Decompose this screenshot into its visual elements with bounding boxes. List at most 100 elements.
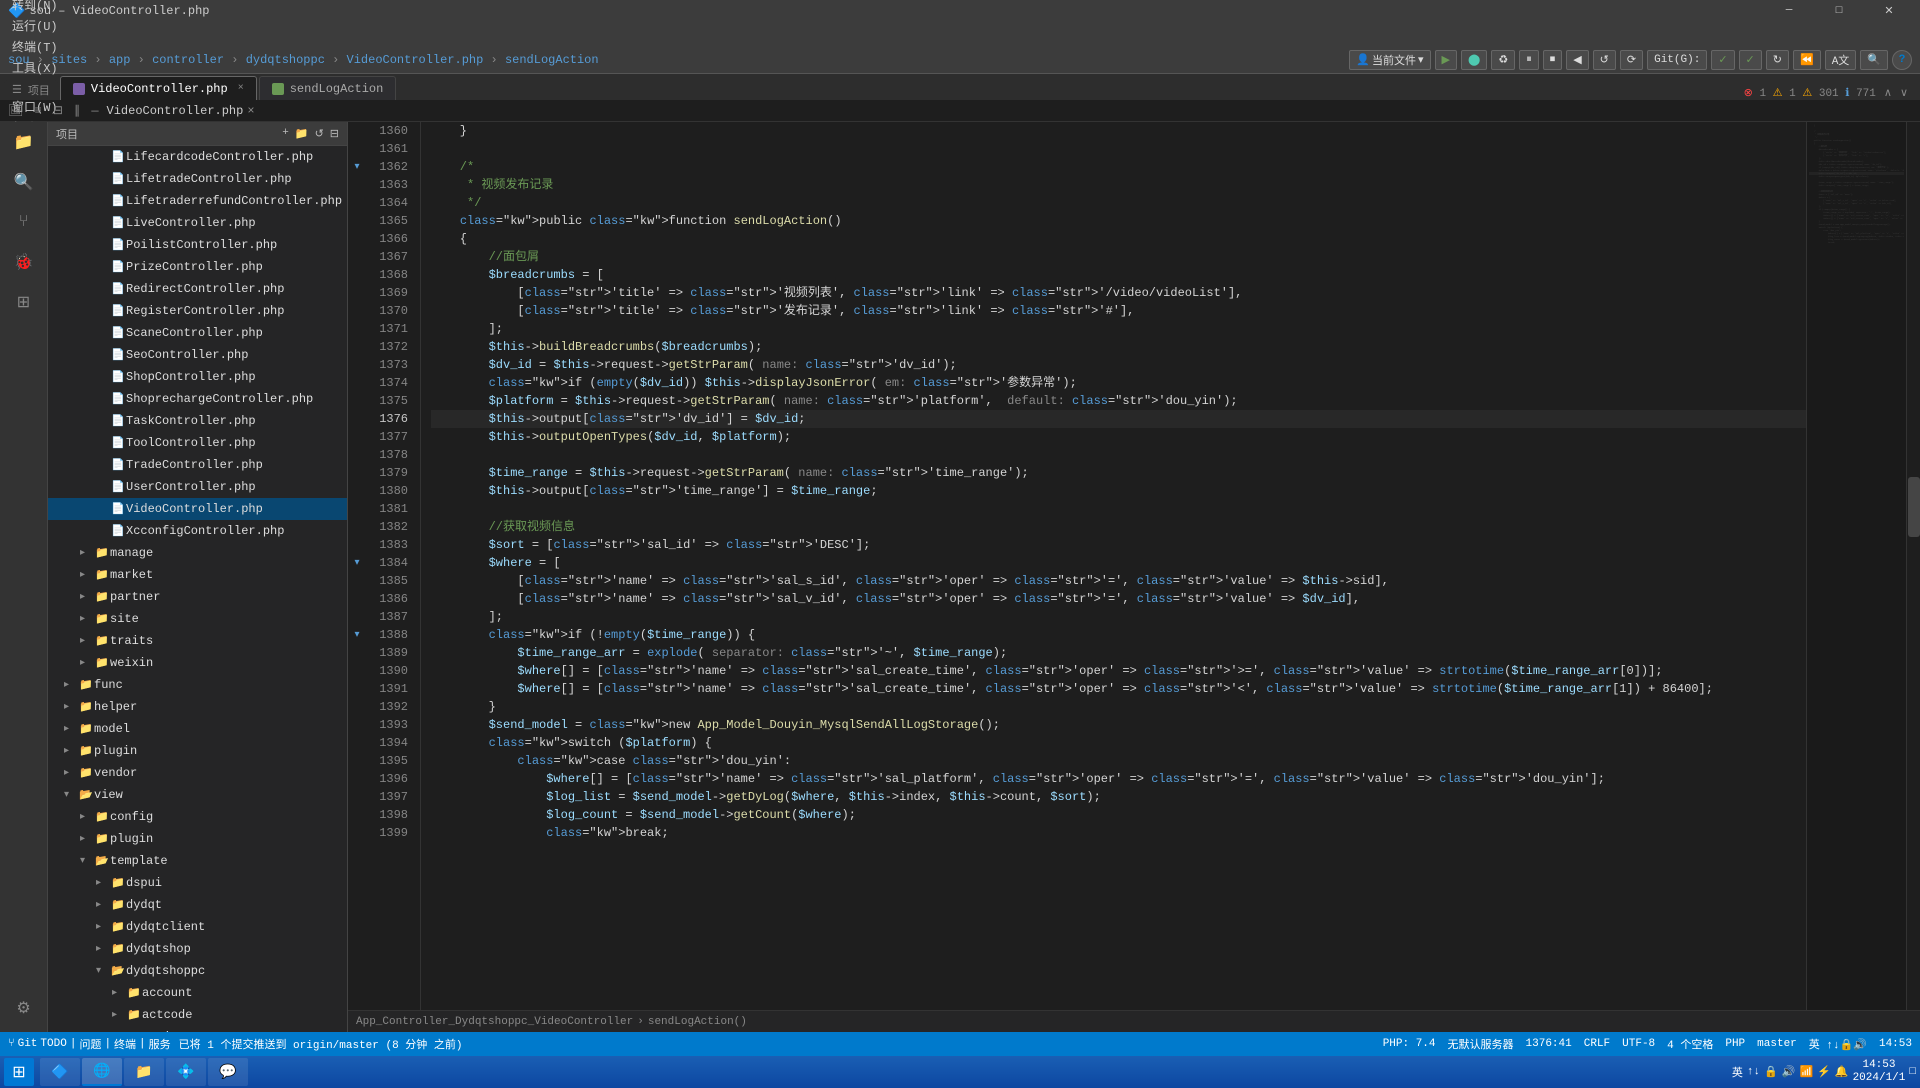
tab-sendlogaction[interactable]: sendLogAction [259,76,397,100]
tree-item-8[interactable]: 📄ScaneController.php [48,322,347,344]
scroll-down[interactable]: ∨ [1900,86,1908,100]
tree-item-22[interactable]: ▸📁traits [48,630,347,652]
breadcrumb-1[interactable]: sites [51,53,87,67]
git-status[interactable]: ⑂ Git TODO | 问题 | 终端 | 服务 [8,1036,171,1052]
tree-item-11[interactable]: 📄ShoprechargeController.php [48,388,347,410]
tree-item-20[interactable]: ▸📁partner [48,586,347,608]
tree-item-1[interactable]: 📄LifetradeController.php [48,168,347,190]
search-btn[interactable]: 🔍 [1860,50,1888,70]
tree-item-7[interactable]: 📄RegisterController.php [48,300,347,322]
toolbar-btn-10[interactable]: ⏪ [1793,50,1821,70]
taskbar-phpstorm[interactable]: 🔷 [40,1058,80,1086]
cursor-position[interactable]: 1376:41 [1526,1038,1572,1050]
indent[interactable]: 4 个空格 [1667,1036,1713,1052]
tree-item-2[interactable]: 📄LifetraderrefundController.php [48,190,347,212]
tree-item-6[interactable]: 📄RedirectController.php [48,278,347,300]
server-status[interactable]: 无默认服务器 [1448,1036,1514,1052]
debug-button[interactable]: ⬤ [1461,50,1487,70]
tree-item-5[interactable]: 📄PrizeController.php [48,256,347,278]
tree-item-40[interactable]: ▸📁active [48,1026,347,1032]
breadcrumb-5[interactable]: VideoController.php [347,53,484,67]
tree-item-14[interactable]: 📄TradeController.php [48,454,347,476]
git-btn[interactable]: Git(G): [1647,50,1707,70]
tab-close-0[interactable]: × [238,83,244,94]
breadcrumb-3[interactable]: controller [152,53,224,67]
menu-item-转到[interactable]: 转到(N) [4,0,66,15]
refresh-icon[interactable]: ↺ [315,127,324,141]
tree-item-18[interactable]: ▸📁manage [48,542,347,564]
tree-item-3[interactable]: 📄LiveController.php [48,212,347,234]
tree-item-9[interactable]: 📄SeoController.php [48,344,347,366]
scroll-up[interactable]: ∧ [1884,86,1892,100]
tree-item-27[interactable]: ▸📁plugin [48,740,347,762]
tree-item-23[interactable]: ▸📁weixin [48,652,347,674]
taskbar-chrome[interactable]: 🌐 [82,1058,122,1086]
code-content[interactable]: } /* * 视频发布记录 */ class="kw">public class… [421,122,1806,1010]
language[interactable]: PHP [1725,1038,1745,1050]
taskbar-wechat[interactable]: 💬 [208,1058,248,1086]
taskbar-folder[interactable]: 📁 [124,1058,164,1086]
php-version[interactable]: PHP: 7.4 [1383,1038,1436,1050]
tree-item-24[interactable]: ▸📁func [48,674,347,696]
toolbar-btn-8[interactable]: ⟳ [1620,50,1643,70]
tree-item-33[interactable]: ▸📁dspui [48,872,347,894]
tree-item-37[interactable]: ▾📂dydqtshoppc [48,960,347,982]
activity-git[interactable]: ⑂ [8,206,40,238]
tree-item-19[interactable]: ▸📁market [48,564,347,586]
breadcrumb-6[interactable]: sendLogAction [505,53,599,67]
tree-item-38[interactable]: ▸📁account [48,982,347,1004]
minimize-button[interactable]: ─ [1766,0,1812,22]
collapse-icon[interactable]: ⊟ [330,127,339,141]
tree-item-36[interactable]: ▸📁dydqtshop [48,938,347,960]
tree-item-26[interactable]: ▸📁model [48,718,347,740]
check-btn-2[interactable]: ✓ [1739,50,1762,70]
tree-item-15[interactable]: 📄UserController.php [48,476,347,498]
activity-bottom[interactable]: ⚙ [8,992,40,1024]
tree-item-31[interactable]: ▸📁plugin [48,828,347,850]
toolbar-btn-6[interactable]: ◀ [1566,50,1588,70]
new-folder-icon[interactable]: 📁 [295,127,309,141]
scroll-thumb[interactable] [1908,477,1920,537]
tree-item-34[interactable]: ▸📁dydqt [48,894,347,916]
tree-item-0[interactable]: 📄LifecardcodeController.php [48,146,347,168]
new-file-icon[interactable]: + [282,127,289,141]
run-button[interactable]: ▶ [1435,50,1457,70]
translate-btn[interactable]: A文 [1825,50,1857,70]
window-controls[interactable]: ─ □ ✕ [1766,0,1912,22]
tree-item-10[interactable]: 📄ShopController.php [48,366,347,388]
close-button[interactable]: ✕ [1866,0,1912,22]
toolbar-dropdown[interactable]: 👤 当前文件 ▾ [1349,50,1430,70]
toolbar-btn-5[interactable]: ⏹ [1543,50,1563,70]
tree-item-4[interactable]: 📄PoilistController.php [48,234,347,256]
tree-item-32[interactable]: ▾📂template [48,850,347,872]
breadcrumb-0[interactable]: sou [8,53,30,67]
activity-explorer[interactable]: 📁 [8,126,40,158]
tree-item-25[interactable]: ▸📁helper [48,696,347,718]
tree-item-16[interactable]: 📄VideoController.php [48,498,347,520]
activity-extensions[interactable]: ⊞ [8,286,40,318]
tree-item-13[interactable]: 📄ToolController.php [48,432,347,454]
tree-item-29[interactable]: ▾📂view [48,784,347,806]
tree-item-39[interactable]: ▸📁actcode [48,1004,347,1026]
menu-item-运行[interactable]: 运行(U) [4,15,66,36]
tree-item-28[interactable]: ▸📁vendor [48,762,347,784]
breadcrumb-4[interactable]: dydqtshoppc [246,53,325,67]
tree-item-35[interactable]: ▸📁dydqtclient [48,916,347,938]
activity-search[interactable]: 🔍 [8,166,40,198]
breadcrumb-2[interactable]: app [109,53,131,67]
tab-explorer[interactable]: ☰ 项目 [4,80,58,100]
toolbar-btn-3[interactable]: ♻ [1491,50,1515,70]
start-button[interactable]: ⊞ [4,1058,34,1086]
tree-item-12[interactable]: 📄TaskController.php [48,410,347,432]
help-btn[interactable]: ? [1892,50,1912,70]
taskbar-app4[interactable]: 💠 [166,1058,206,1086]
maximize-button[interactable]: □ [1816,0,1862,22]
toolbar-btn-7[interactable]: ↺ [1593,50,1616,70]
toolbar-btn-9[interactable]: ↻ [1766,50,1789,70]
encoding[interactable]: UTF-8 [1622,1038,1655,1050]
scrollbar[interactable] [1906,122,1920,1010]
line-ending[interactable]: CRLF [1584,1038,1610,1050]
tree-item-17[interactable]: 📄XcconfigController.php [48,520,347,542]
tab-videocontroller[interactable]: VideoController.php × [60,76,257,100]
tree-item-30[interactable]: ▸📁config [48,806,347,828]
